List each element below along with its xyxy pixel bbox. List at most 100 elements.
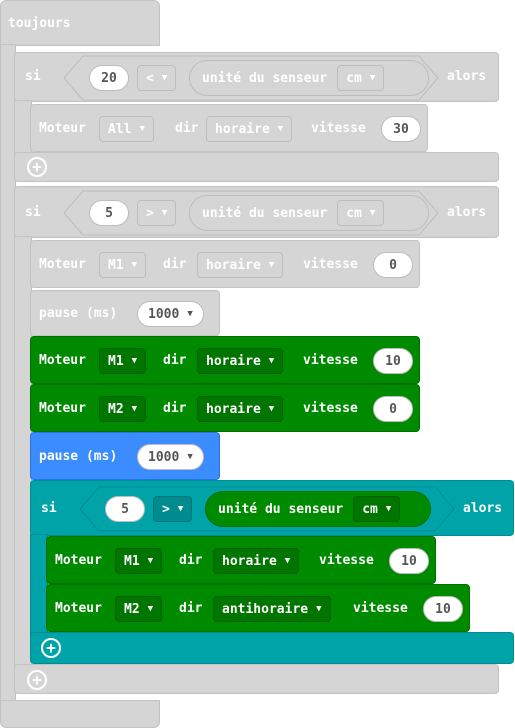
- speed-value[interactable]: 30: [381, 116, 421, 142]
- direction-select[interactable]: horaire ▼: [213, 548, 300, 574]
- speed-value[interactable]: 10: [423, 596, 463, 622]
- chevron-down-icon: ▼: [147, 604, 154, 614]
- pause-value: 1000: [148, 306, 180, 322]
- unit-dropdown[interactable]: cm ▼: [337, 200, 385, 226]
- dir-label: dir: [175, 121, 199, 136]
- speed-value[interactable]: 10: [389, 548, 429, 574]
- direction-select[interactable]: horaire ▼: [197, 396, 284, 422]
- motor-block-green[interactable]: Moteur M1 ▼ dir horaire ▼ vitesse 10: [30, 336, 420, 384]
- motor-label: Moteur: [39, 121, 86, 136]
- pause-value-dropdown[interactable]: 1000 ▼: [137, 301, 204, 327]
- chevron-down-icon: ▼: [147, 556, 154, 566]
- chevron-down-icon: ▼: [268, 404, 275, 414]
- pause-label: pause (ms): [39, 449, 118, 464]
- speed-label: vitesse: [303, 401, 358, 416]
- chevron-down-icon: ▼: [161, 73, 168, 83]
- sensor-reporter[interactable]: unité du senseur cm ▼: [189, 60, 429, 96]
- operator-dropdown[interactable]: > ▼: [137, 200, 177, 226]
- motor-block-green[interactable]: Moteur M2 ▼ dir antihoraire ▼ vitesse 10: [46, 584, 470, 632]
- operator-value: >: [146, 205, 154, 221]
- forever-footer: [0, 700, 160, 728]
- chevron-down-icon: ▼: [369, 73, 376, 83]
- chevron-down-icon: ▼: [385, 504, 392, 514]
- if-block-1[interactable]: si 20 < ▼ unité du senseur cm ▼ alors: [14, 52, 499, 102]
- pause-block-blue[interactable]: pause (ms) 1000 ▼: [30, 432, 220, 480]
- motor-value: M2: [108, 401, 124, 417]
- motor-select[interactable]: All ▼: [99, 116, 154, 142]
- direction-select[interactable]: antihoraire ▼: [213, 596, 331, 622]
- dir-label: dir: [179, 553, 203, 568]
- direction-select[interactable]: horaire ▼: [206, 116, 293, 142]
- add-icon[interactable]: +: [41, 638, 61, 658]
- motor-select[interactable]: M2 ▼: [115, 596, 163, 622]
- unit-dropdown[interactable]: cm ▼: [353, 496, 401, 522]
- add-icon[interactable]: +: [27, 157, 47, 177]
- if-keyword: si: [25, 205, 41, 220]
- operator-dropdown[interactable]: > ▼: [153, 496, 193, 522]
- chevron-down-icon: ▼: [369, 208, 376, 218]
- compare-value[interactable]: 5: [89, 200, 129, 226]
- operator-dropdown[interactable]: < ▼: [137, 65, 177, 91]
- add-icon[interactable]: +: [27, 670, 47, 690]
- dir-label: dir: [163, 353, 187, 368]
- sensor-reporter[interactable]: unité du senseur cm ▼: [205, 491, 431, 527]
- speed-value[interactable]: 0: [373, 396, 413, 422]
- motor-value: All: [108, 121, 132, 137]
- speed-label: vitesse: [319, 553, 374, 568]
- chevron-down-icon: ▼: [177, 504, 184, 514]
- pause-value-dropdown[interactable]: 1000 ▼: [137, 444, 204, 470]
- motor-block-green[interactable]: Moteur M1 ▼ dir horaire ▼ vitesse 10: [46, 536, 436, 584]
- motor-block-green[interactable]: Moteur M2 ▼ dir horaire ▼ vitesse 0: [30, 384, 420, 432]
- unit-value: cm: [346, 70, 362, 86]
- chevron-down-icon: ▼: [277, 124, 284, 134]
- speed-value[interactable]: 10: [373, 348, 413, 374]
- pause-block[interactable]: pause (ms) 1000 ▼: [30, 290, 220, 336]
- chevron-down-icon: ▼: [187, 452, 193, 462]
- speed-label: vitesse: [353, 601, 408, 616]
- speed-label: vitesse: [311, 121, 366, 136]
- direction-select[interactable]: horaire ▼: [197, 252, 284, 278]
- unit-dropdown[interactable]: cm ▼: [337, 65, 385, 91]
- sensor-reporter[interactable]: unité du senseur cm ▼: [189, 195, 429, 231]
- sensor-label: unité du senseur: [218, 501, 344, 517]
- speed-label: vitesse: [303, 353, 358, 368]
- motor-value: M1: [124, 553, 140, 569]
- compare-value[interactable]: 20: [89, 65, 129, 91]
- direction-value: horaire: [222, 553, 277, 569]
- motor-block[interactable]: Moteur All ▼ dir horaire ▼ vitesse 30: [30, 104, 428, 152]
- chevron-down-icon: ▼: [131, 356, 138, 366]
- chevron-down-icon: ▼: [187, 309, 193, 319]
- direction-value: horaire: [206, 401, 261, 417]
- direction-value: horaire: [215, 121, 270, 137]
- motor-block[interactable]: Moteur M1 ▼ dir horaire ▼ vitesse 0: [30, 240, 420, 288]
- then-keyword: alors: [463, 501, 503, 516]
- chevron-down-icon: ▼: [268, 356, 275, 366]
- speed-value[interactable]: 0: [373, 252, 413, 278]
- direction-value: horaire: [206, 257, 261, 273]
- chevron-down-icon: ▼: [284, 556, 291, 566]
- chevron-down-icon: ▼: [316, 604, 322, 614]
- direction-select[interactable]: horaire ▼: [197, 348, 284, 374]
- compare-value[interactable]: 5: [105, 496, 145, 522]
- motor-select[interactable]: M1 ▼: [115, 548, 163, 574]
- chevron-down-icon: ▼: [131, 404, 138, 414]
- unit-value: cm: [362, 501, 378, 517]
- if-block-2[interactable]: si 5 > ▼ unité du senseur cm ▼ alors: [14, 186, 499, 238]
- chevron-down-icon: ▼: [268, 260, 275, 270]
- motor-select[interactable]: M2 ▼: [99, 396, 147, 422]
- motor-label: Moteur: [55, 553, 102, 568]
- motor-select[interactable]: M1 ▼: [99, 252, 147, 278]
- then-keyword: alors: [447, 69, 487, 84]
- motor-select[interactable]: M1 ▼: [99, 348, 147, 374]
- if2-footer: +: [14, 664, 499, 694]
- motor-value: M1: [108, 353, 124, 369]
- chevron-down-icon: ▼: [139, 124, 145, 134]
- motor-label: Moteur: [39, 353, 86, 368]
- then-keyword: alors: [447, 205, 487, 220]
- if-block-3[interactable]: si 5 > ▼ unité du senseur cm ▼ alors: [30, 480, 514, 536]
- chevron-down-icon: ▼: [131, 260, 138, 270]
- sensor-label: unité du senseur: [202, 205, 328, 221]
- chevron-down-icon: ▼: [161, 208, 168, 218]
- direction-value: horaire: [206, 353, 261, 369]
- dir-label: dir: [163, 257, 187, 272]
